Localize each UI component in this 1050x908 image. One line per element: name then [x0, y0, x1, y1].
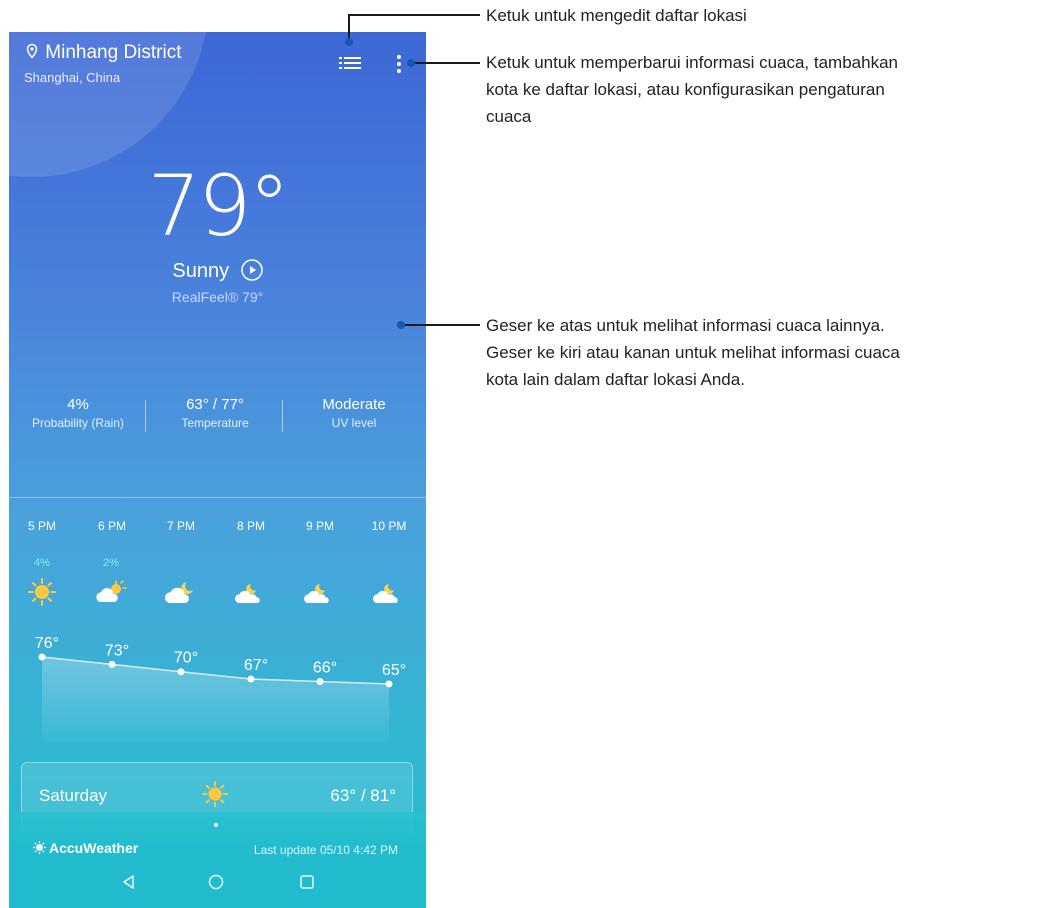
callout-line: kota lain dalam daftar lokasi Anda.: [486, 370, 745, 389]
stat-rain-probability: 4% Probability (Rain): [9, 396, 147, 430]
temperature-label: 66°: [313, 660, 337, 677]
callout-swipe: Geser ke atas untuk melihat informasi cu…: [486, 312, 900, 393]
moon-cloud-icon: [235, 584, 260, 603]
condition-label: Sunny: [172, 260, 230, 282]
hour-label: 10 PM: [371, 519, 407, 533]
temperature-point: [247, 675, 255, 683]
play-icon[interactable]: [240, 259, 263, 281]
forecast-day: Saturday: [39, 786, 108, 805]
temperature-label: 76°: [35, 635, 59, 652]
callout-line: cuaca: [486, 107, 532, 126]
temperature-label: 65°: [382, 662, 406, 679]
callout-leader: [413, 62, 480, 64]
more-options-icon[interactable]: [393, 54, 405, 74]
callout-edit-list: Ketuk untuk mengedit daftar lokasi: [486, 6, 747, 25]
moon-cloud-icon: [304, 584, 329, 603]
callout-leader: [348, 14, 480, 16]
stat-value: Moderate: [322, 396, 386, 413]
temperature-label: 67°: [244, 657, 268, 674]
temperature-point: [108, 660, 116, 668]
accuweather-sun-icon: [33, 841, 46, 854]
callout-anchor-dot: [397, 321, 405, 329]
stat-uv-level: Moderate UV level: [285, 396, 423, 430]
forecast-range: 63° / 81°: [330, 786, 396, 805]
temperature-point: [38, 653, 46, 661]
stat-value: 4%: [67, 396, 89, 413]
current-condition: Sunny: [9, 259, 426, 283]
back-icon[interactable]: [119, 872, 139, 892]
stat-label: Temperature: [181, 416, 249, 430]
temperature-point: [177, 668, 185, 676]
stat-temperature: 63° / 77° Temperature: [146, 396, 284, 430]
moon-cloud-icon: [373, 584, 398, 603]
hourly-temperature-graph: 76° 73° 70° 67° 66° 65°: [35, 635, 406, 742]
stat-divider: [282, 400, 283, 432]
accuweather-logo[interactable]: AccuWeather: [33, 840, 138, 856]
rain-probability: 2%: [103, 557, 119, 569]
callout-leader: [402, 324, 480, 326]
callout-line: kota ke daftar lokasi, atau konfigurasik…: [486, 80, 885, 99]
callout-anchor-dot: [407, 59, 415, 67]
current-temperature: 79°: [147, 157, 291, 255]
cloudy-moon-icon: [165, 582, 193, 603]
temperature-point: [316, 678, 324, 685]
stat-label: Probability (Rain): [31, 416, 125, 430]
temperature-point: [385, 680, 393, 688]
temperature-label: 70°: [174, 650, 198, 667]
callout-menu: Ketuk untuk memperbarui informasi cuaca,…: [486, 49, 898, 130]
footer-band: [9, 812, 426, 908]
sun-icon: [201, 780, 229, 808]
brand-name: AccuWeather: [49, 840, 139, 856]
city-name: Shanghai, China: [24, 70, 121, 85]
hour-label: 8 PM: [236, 519, 265, 533]
hour-label: 6 PM: [97, 519, 126, 533]
callout-leader-vertical: [348, 14, 350, 38]
page-indicator: [214, 823, 218, 827]
weather-app-screen[interactable]: Minhang District Shanghai, China 79° Sun…: [9, 32, 426, 908]
hour-label: 5 PM: [27, 519, 56, 533]
stat-value: 63° / 77°: [186, 396, 244, 413]
location-list-icon[interactable]: [339, 55, 361, 71]
location-title: Minhang District: [24, 42, 182, 64]
realfeel-text: RealFeel® 79°: [171, 289, 264, 305]
stat-label: UV level: [331, 416, 377, 430]
partly-cloudy-sun-icon: [96, 580, 127, 602]
callout-line: Geser ke kiri atau kanan untuk melihat i…: [486, 343, 900, 362]
location-pin-icon: [26, 43, 38, 59]
hour-label: 7 PM: [166, 519, 195, 533]
district-name: Minhang District: [45, 42, 182, 63]
callout-line: Ketuk untuk memperbarui informasi cuaca,…: [486, 53, 898, 72]
sun-icon: [28, 578, 56, 606]
rain-probability: 4%: [34, 557, 50, 569]
home-icon[interactable]: [206, 872, 226, 892]
recent-apps-icon[interactable]: [297, 872, 317, 892]
last-update-text: Last update 05/10 4:42 PM: [253, 843, 398, 857]
callout-anchor-dot: [345, 38, 353, 46]
temperature-label: 73°: [105, 642, 129, 659]
hour-label: 9 PM: [305, 519, 334, 533]
section-divider: [9, 497, 426, 498]
callout-line: Geser ke atas untuk melihat informasi cu…: [486, 316, 885, 335]
